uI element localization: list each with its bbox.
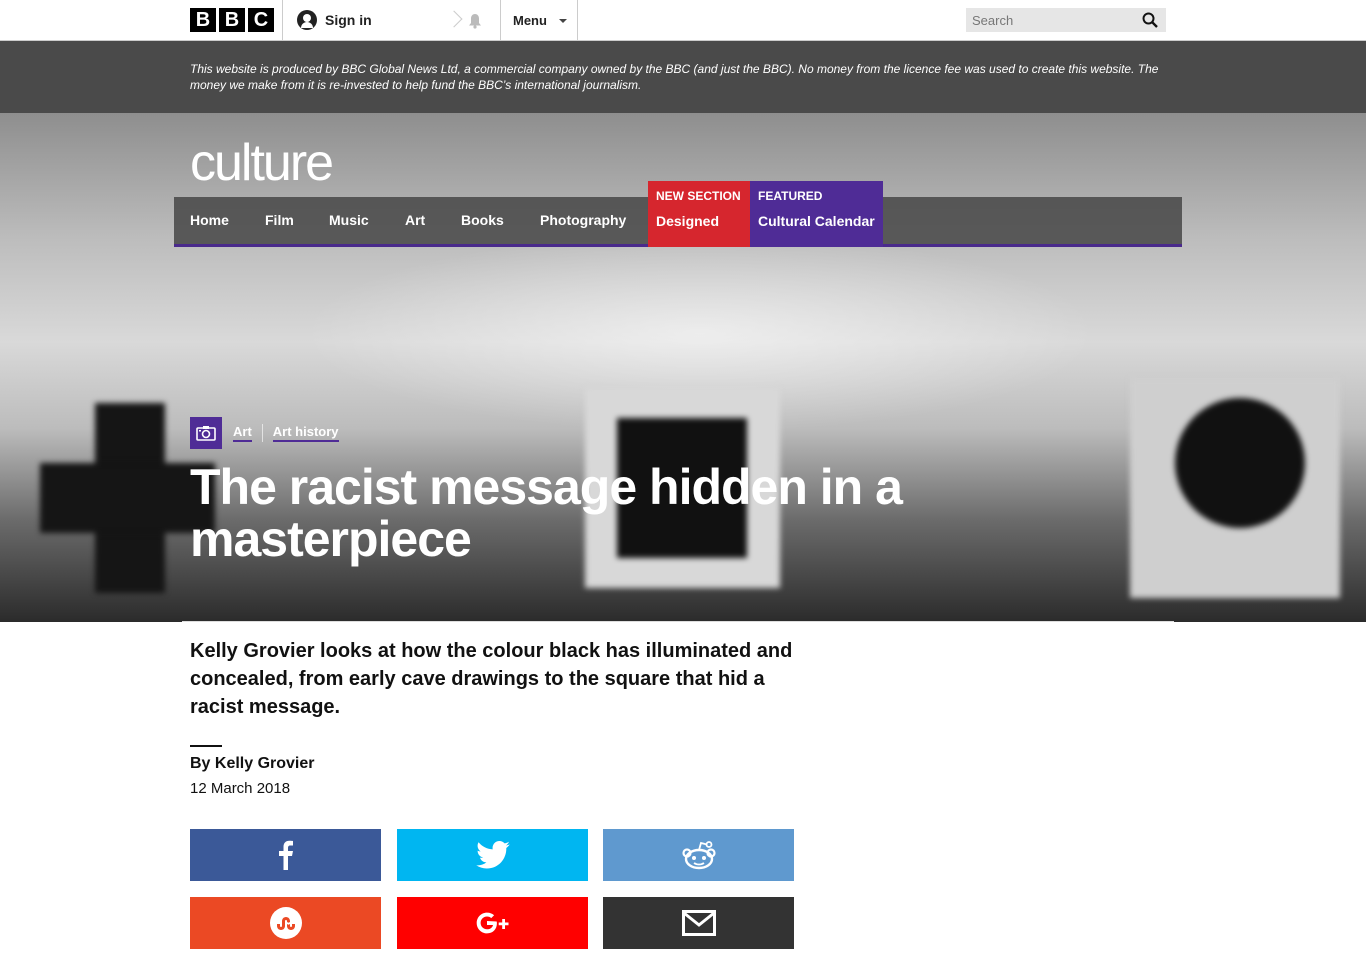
bbc-logo[interactable]: B B C [190,8,274,32]
breadcrumb-art[interactable]: Art [233,424,252,442]
hero-artwork-cross [40,463,215,533]
notifications-bell-icon[interactable] [467,13,483,29]
nav-item-music[interactable]: Music [329,212,369,228]
user-icon [297,10,317,30]
article-date: 12 March 2018 [190,780,291,797]
share-facebook-button[interactable] [190,829,381,881]
notice-text: This website is produced by BBC Global N… [190,62,1159,92]
caret-down-icon [558,18,567,23]
breadcrumb: Art Art history [190,417,339,449]
search-icon[interactable] [1142,12,1158,28]
commercial-notice-banner: This website is produced by BBC Global N… [0,41,1366,113]
share-email-button[interactable] [603,897,794,949]
nav-item-photography[interactable]: Photography [540,212,626,228]
new-section-kicker: New Section [656,189,741,203]
breadcrumb-art-history[interactable]: Art history [272,424,339,442]
breadcrumb-separator [261,424,263,442]
share-google-plus-button[interactable] [397,897,588,949]
hero-banner: culture Home Film Music Art Books Photog… [0,113,1366,622]
nav-item-books[interactable]: Books [461,212,504,228]
sign-in-link[interactable]: Sign in [297,10,372,30]
article-byline: By Kelly Grovier [190,755,315,772]
nav-item-designed[interactable]: New Section Designed [648,181,750,247]
twitter-icon [475,841,510,869]
photo-gallery-badge [190,417,222,449]
menu-label: Menu [513,13,547,28]
designed-label: Designed [656,213,720,229]
search-box [966,8,1166,32]
bbc-top-bar: B B C Sign in Menu [0,0,1366,41]
bbc-logo-letter: C [248,8,274,32]
culture-nav: Home Film Music Art Books Photography Ne… [174,181,1182,247]
bbc-logo-letter: B [190,8,216,32]
cultural-calendar-label: Cultural Calendar [758,213,875,229]
featured-kicker: Featured [758,189,823,203]
divider [182,621,1174,622]
nav-item-film[interactable]: Film [265,212,294,228]
culture-logo[interactable]: culture [190,137,334,189]
nav-item-home[interactable]: Home [190,212,229,228]
hero-artwork-circle [1175,398,1305,528]
chevron-right-icon [445,10,463,28]
reddit-icon [681,841,716,870]
divider [500,0,501,40]
facebook-icon [278,840,293,870]
google-plus-icon [476,912,508,934]
nav-item-cultural-calendar[interactable]: Featured Cultural Calendar [750,181,883,247]
divider [282,0,283,40]
bbc-logo-letter: B [219,8,245,32]
share-reddit-button[interactable] [603,829,794,881]
article-standfirst: Kelly Grovier looks at how the colour bl… [190,640,793,718]
email-icon [681,910,716,936]
camera-icon [196,426,216,441]
share-twitter-button[interactable] [397,829,588,881]
stumbleupon-icon [269,907,302,939]
nav-item-art[interactable]: Art [405,212,425,228]
page-title: The racist message hidden in a masterpie… [190,459,903,567]
byline-rule [190,745,222,747]
sign-in-label: Sign in [325,12,372,28]
search-input[interactable] [966,8,1136,32]
share-stumbleupon-button[interactable] [190,897,381,949]
menu-button[interactable]: Menu [513,13,567,28]
divider [577,0,578,40]
